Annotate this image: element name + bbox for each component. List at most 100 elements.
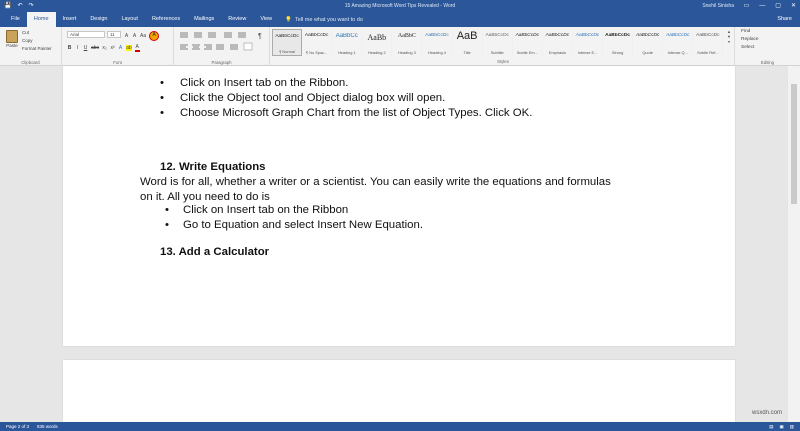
vertical-scrollbar[interactable] [788, 66, 800, 422]
clear-formatting-icon[interactable]: A [149, 31, 160, 41]
font-size-select[interactable]: 11 [107, 31, 121, 38]
style-name: Quote [642, 50, 653, 55]
document-page[interactable]: • Click on Insert tab on the Ribbon. • C… [63, 66, 735, 346]
tell-me-text: Tell me what you want to do [295, 16, 363, 23]
ribbon: Paste Cut Copy Format Painter Clipboard … [0, 27, 800, 66]
watermark: wsxdn.com [751, 410, 782, 416]
styles-scroll[interactable]: ▲ ▼ ▾ [726, 29, 732, 56]
style-name: Subtle Em... [516, 50, 538, 55]
highlight-button[interactable]: ab [126, 45, 132, 51]
body-text: Word is for all, whether a writer or a s… [140, 176, 611, 188]
close-icon[interactable]: ✕ [791, 1, 796, 11]
find-button[interactable]: Find [741, 29, 759, 34]
format-painter-button[interactable]: Format Painter [22, 46, 52, 51]
tab-design[interactable]: Design [83, 12, 114, 27]
style-name: Heading 3 [398, 50, 416, 55]
tab-references[interactable]: References [145, 12, 187, 27]
style-item[interactable]: AaBbCcDc Quote [633, 29, 664, 56]
tab-review[interactable]: Review [221, 12, 253, 27]
style-item[interactable]: AaBb Heading 2 [362, 29, 393, 56]
style-name: Subtitle [490, 50, 504, 55]
tab-insert[interactable]: Insert [56, 12, 84, 27]
word-count[interactable]: 836 words [37, 423, 58, 430]
scrollbar-thumb[interactable] [791, 84, 797, 204]
font-group: Arial 11 A A Aa A B I U abc x₂ x² A ab A… [62, 27, 174, 66]
style-preview: AaBbCcDc [304, 33, 329, 38]
font-name-select[interactable]: Arial [67, 31, 105, 38]
tab-view[interactable]: View [253, 12, 279, 27]
copy-button[interactable]: Copy [22, 38, 52, 43]
document-page-next[interactable] [63, 360, 735, 422]
style-preview: AaBbCcDc [425, 33, 449, 38]
tab-layout[interactable]: Layout [114, 12, 145, 27]
replace-button[interactable]: Replace [741, 37, 759, 42]
style-item[interactable]: AaBbCcDc Subtle Em... [513, 29, 543, 56]
styles-gallery: AaBbCcDc ¶ Normal AaBbCcDc ¶ No Spac... AaBb… [272, 29, 724, 56]
cut-button[interactable]: Cut [22, 30, 52, 35]
shrink-font-icon[interactable]: A [132, 33, 137, 39]
style-name: Subtle Ref... [697, 50, 719, 55]
status-bar: Page 2 of 3 836 words ▤ ▣ ▥ [0, 422, 800, 431]
style-item[interactable]: AaBbCc Heading 1 [332, 29, 363, 56]
user-name[interactable]: Snehil Sinisha [702, 2, 734, 10]
bold-button[interactable]: B [67, 45, 72, 51]
expand-icon[interactable]: ▾ [728, 39, 730, 44]
style-name: Title [463, 50, 471, 55]
style-item[interactable]: AaBbCcDc Subtitle [483, 29, 513, 56]
paragraph-label: Paragraph [211, 60, 232, 65]
underline-button[interactable]: U [83, 45, 88, 51]
list-item: Go to Equation and select Insert New Equ… [183, 219, 423, 231]
style-item[interactable]: AaBbCcDc Intense Q... [663, 29, 694, 56]
list-item: Click on Insert tab on the Ribbon [183, 204, 349, 216]
style-item[interactable]: AaB Title [453, 29, 483, 56]
text-effects-button[interactable]: A [118, 45, 123, 51]
print-layout-icon[interactable]: ▣ [779, 423, 783, 430]
style-item[interactable]: AaBbCcDc ¶ Normal [272, 29, 303, 56]
tell-me-box[interactable]: 💡 Tell me what you want to do [279, 17, 363, 23]
style-name: Heading 1 [337, 50, 356, 55]
tab-file[interactable]: File [4, 12, 27, 27]
style-item[interactable]: AaBbC Heading 3 [392, 29, 423, 56]
page-count[interactable]: Page 2 of 3 [6, 423, 29, 430]
style-item[interactable]: AaBbCcDc Heading 4 [422, 29, 453, 56]
bullet-icon: • [160, 107, 164, 119]
ribbon-tabs: File Home Insert Design Layout Reference… [0, 12, 800, 27]
style-preview: AaBbCcDc [545, 33, 570, 38]
paste-button[interactable]: Paste [4, 30, 20, 52]
minimize-icon[interactable]: — [759, 1, 765, 11]
style-item[interactable]: AaBbCcDc ¶ No Spac... [302, 29, 333, 56]
style-item[interactable]: AaBbCcDc Emphasis [543, 29, 573, 56]
style-item[interactable]: AaBbCcDc Strong [603, 29, 634, 56]
maximize-icon[interactable]: ▢ [775, 1, 781, 11]
change-case-icon[interactable]: Aa [140, 33, 146, 39]
ribbon-display-icon[interactable]: ▭ [744, 1, 750, 11]
subscript-button[interactable]: x₂ [102, 45, 107, 51]
paragraph-controls[interactable]: ¶ [174, 29, 270, 59]
italic-button[interactable]: I [75, 45, 80, 51]
style-name: ¶ Normal [279, 49, 295, 54]
strikethrough-button[interactable]: abc [91, 45, 99, 51]
clipboard-group: Paste Cut Copy Format Painter Clipboard [0, 27, 62, 66]
tab-mailings[interactable]: Mailings [187, 12, 221, 27]
font-color-button[interactable]: A [134, 44, 140, 52]
read-mode-icon[interactable]: ▤ [769, 423, 773, 430]
style-preview: AaBbCcDc [275, 34, 299, 39]
tab-home[interactable]: Home [26, 12, 56, 27]
select-button[interactable]: Select [741, 45, 759, 50]
style-preview: AaBbCcDc [485, 33, 509, 38]
document-workspace[interactable]: • Click on Insert tab on the Ribbon. • C… [0, 66, 800, 422]
style-item[interactable]: AaBbCcDc Subtle Ref... [693, 29, 724, 56]
editing-label: Editing [760, 60, 775, 65]
superscript-button[interactable]: x² [110, 45, 115, 51]
style-preview: AaBbCc [335, 33, 358, 39]
style-item[interactable]: AaBbCcDc Intense E... [573, 29, 604, 56]
style-name: Heading 2 [367, 50, 386, 55]
web-layout-icon[interactable]: ▥ [790, 423, 794, 430]
grow-font-icon[interactable]: A [124, 33, 129, 39]
list-item: Choose Microsoft Graph Chart from the li… [180, 107, 533, 119]
bullet-icon: • [165, 219, 169, 231]
share-button[interactable]: Share [777, 12, 792, 27]
style-preview: AaBbCcDc [575, 33, 600, 38]
clipboard-label: Clipboard [21, 60, 40, 65]
heading-add-calculator: 13. Add a Calculator [160, 246, 270, 258]
